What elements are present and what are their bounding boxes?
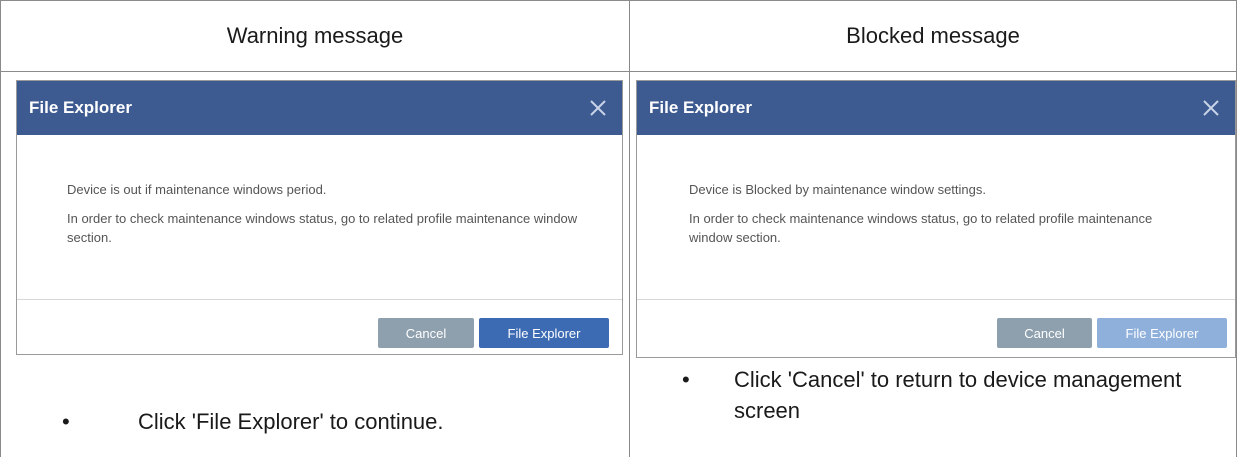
column-header-blocked: Blocked message xyxy=(846,22,1020,48)
close-icon[interactable] xyxy=(584,94,612,122)
dialog-footer: Cancel File Explorer xyxy=(637,299,1235,357)
dialog-titlebar: File Explorer xyxy=(17,81,622,135)
column-header-warning: Warning message xyxy=(226,22,404,48)
file-explorer-button[interactable]: File Explorer xyxy=(479,318,609,348)
close-icon[interactable] xyxy=(1197,94,1225,122)
table-header-divider xyxy=(0,71,1237,72)
bullet-marker: • xyxy=(62,409,70,434)
comparison-table: Warning message Blocked message File Exp… xyxy=(0,0,1237,457)
dialog-title: File Explorer xyxy=(649,98,752,117)
blocked-dialog: File Explorer Device is Blocked by maint… xyxy=(636,80,1236,358)
dialog-footer: Cancel File Explorer xyxy=(17,299,622,354)
dialog-title: File Explorer xyxy=(29,98,132,117)
cancel-button[interactable]: Cancel xyxy=(997,318,1092,348)
dialog-titlebar: File Explorer xyxy=(637,81,1235,135)
file-explorer-button-disabled: File Explorer xyxy=(1097,318,1227,348)
dialog-message-instruction: In order to check maintenance windows st… xyxy=(689,210,1153,245)
bullet-text: Click 'Cancel' to return to device manag… xyxy=(734,367,1182,423)
dialog-message-status: Device is Blocked by maintenance window … xyxy=(689,182,986,197)
dialog-body: Device is out if maintenance windows per… xyxy=(17,135,622,299)
dialog-message-status: Device is out if maintenance windows per… xyxy=(67,182,327,197)
bullet-marker: • xyxy=(682,367,690,392)
bullet-text: Click 'File Explorer' to continue. xyxy=(138,409,444,434)
warning-dialog: File Explorer Device is out if maintenan… xyxy=(16,80,623,355)
bullet-item-cancel: • Click 'Cancel' to return to device man… xyxy=(682,365,1232,435)
bullet-item-continue: • Click 'File Explorer' to continue. xyxy=(62,407,622,447)
dialog-message-instruction: In order to check maintenance windows st… xyxy=(67,210,578,245)
dialog-body: Device is Blocked by maintenance window … xyxy=(637,135,1235,299)
cancel-button[interactable]: Cancel xyxy=(378,318,474,348)
